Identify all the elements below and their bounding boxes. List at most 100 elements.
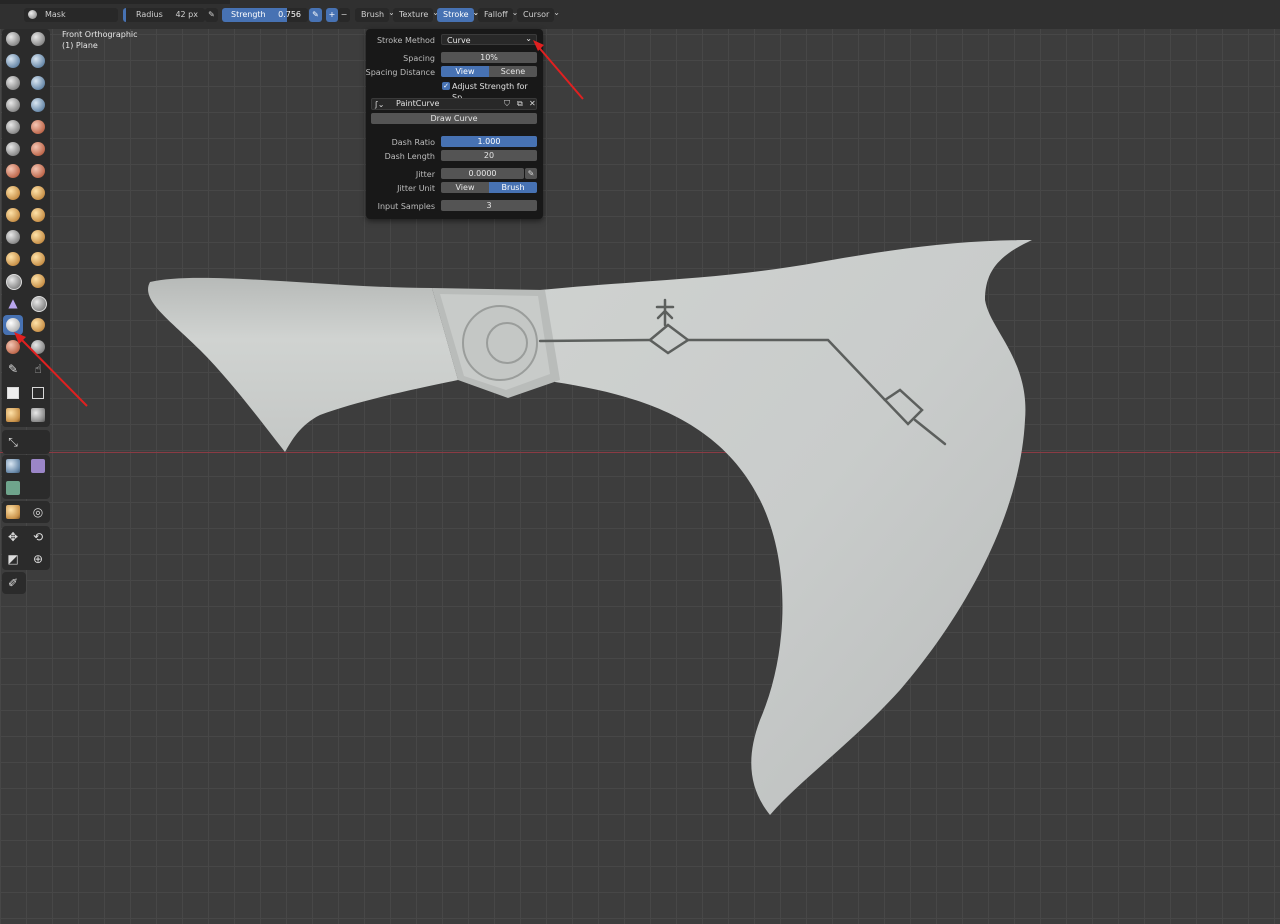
tool-pose[interactable] [28, 227, 48, 247]
dash-length-field[interactable]: 20 [441, 150, 537, 161]
radius-label: Radius [136, 10, 163, 19]
flatten-brush-icon [6, 142, 20, 156]
input-samples-label: Input Samples [377, 202, 435, 211]
menu-brush[interactable]: Brush [355, 8, 389, 22]
radius-field[interactable]: Radius 42 px [123, 8, 205, 22]
sculpt-mesh[interactable] [0, 0, 1280, 924]
menu-cursor[interactable]: Cursor [517, 8, 554, 22]
object-name: (1) Plane [62, 41, 98, 50]
annotation-arrow-mask-tool [14, 332, 88, 407]
strength-pressure-toggle[interactable]: ✎ [309, 8, 322, 22]
strength-field[interactable]: Strength 0.756 [222, 8, 308, 22]
cloth-filter-icon [31, 459, 45, 473]
tool-snake-hook[interactable] [28, 205, 48, 225]
tool-cloth-filter[interactable] [28, 456, 48, 476]
tool-rotate[interactable] [28, 249, 48, 269]
box-trim-icon [31, 408, 45, 422]
tool-scale[interactable]: ◩ [3, 549, 23, 569]
duplicate-icon[interactable]: ⧉ [517, 99, 523, 109]
inflate-brush-icon [6, 98, 20, 112]
blob-brush-icon [31, 98, 45, 112]
tool-annotate[interactable]: ✐ [3, 573, 23, 593]
tool-transform[interactable]: ⊕ [28, 549, 48, 569]
stroke-method-dropdown[interactable]: Curve ⌄ [441, 34, 537, 45]
axe-handle [148, 277, 458, 452]
tool-pinch[interactable] [3, 183, 23, 203]
mask-by-color-icon: ◎ [32, 505, 44, 519]
transform-icon: ⊕ [32, 552, 44, 566]
brush-selector[interactable]: Mask [24, 8, 118, 22]
tool-cloth[interactable]: ▲ [3, 293, 23, 313]
direction-subtract-button[interactable]: − [338, 8, 350, 22]
view-name: Front Orthographic [62, 30, 138, 39]
tool-blob[interactable] [28, 95, 48, 115]
dash-ratio-label: Dash Ratio [391, 138, 435, 147]
jitter-label: Jitter [415, 170, 435, 179]
tool-slide-relax[interactable] [3, 271, 23, 291]
tool-move[interactable]: ✥ [3, 527, 23, 547]
jitter-unit-brush[interactable]: Brush [489, 182, 537, 193]
tool-thumb[interactable] [3, 227, 23, 247]
mesh-filter-icon [6, 459, 20, 473]
axe-blade [540, 240, 1032, 815]
menu-texture[interactable]: Texture [393, 8, 433, 22]
direction-add-button[interactable]: + [326, 8, 338, 22]
tool-mesh-filter[interactable] [3, 456, 23, 476]
stroke-method-label: Stroke Method [376, 36, 435, 45]
curve-icon[interactable]: ʃ⌄ [375, 99, 384, 110]
jitter-unit-view[interactable]: View [441, 182, 489, 193]
paint-curve-name[interactable]: PaintCurve [396, 99, 439, 109]
tool-fill[interactable] [28, 139, 48, 159]
draw-curve-button[interactable]: Draw Curve [371, 113, 537, 124]
tool-grab[interactable] [28, 183, 48, 203]
adjust-strength-checkbox[interactable]: ✓ [442, 82, 450, 90]
jitter-field[interactable]: 0.0000 [441, 168, 524, 179]
tool-draw-sharp[interactable] [28, 29, 48, 49]
tool-rotate-transform[interactable]: ⟲ [28, 527, 48, 547]
tool-edit-face-set[interactable] [3, 502, 23, 522]
tool-elastic-deform[interactable] [3, 205, 23, 225]
tool-clay[interactable] [3, 51, 23, 71]
paint-curve-selector: ʃ⌄ PaintCurve ⛉ ⧉ ✕ [371, 98, 537, 110]
dash-ratio-field[interactable]: 1.000 [441, 136, 537, 147]
tool-shelf: ▲ ✎ ☝ ⤡ ◎ ✥ ⟲ ◩ ⊕ ✐ [0, 29, 52, 594]
tool-simplify[interactable] [28, 293, 48, 313]
line-project-icon: ⤡ [8, 435, 18, 449]
tool-nudge[interactable] [3, 249, 23, 269]
tool-boundary[interactable] [28, 271, 48, 291]
tool-scrape[interactable] [3, 161, 23, 181]
cloth-icon: ▲ [8, 296, 18, 310]
crease-brush-icon [6, 120, 20, 134]
shield-icon[interactable]: ⛉ [504, 99, 510, 109]
jitter-pressure-toggle[interactable]: ✎ [525, 168, 537, 179]
fill-brush-icon [31, 142, 45, 156]
tool-flatten[interactable] [3, 139, 23, 159]
box-face-set-icon [6, 408, 20, 422]
eyedropper-icon: ✎ [208, 10, 215, 19]
elastic-deform-brush-icon [6, 208, 20, 222]
jitter-value: 0.0000 [468, 169, 497, 178]
tool-multiplane-scrape[interactable] [28, 161, 48, 181]
tool-smooth[interactable] [28, 117, 48, 137]
tool-layer[interactable] [28, 73, 48, 93]
tool-line-project[interactable]: ⤡ [3, 432, 23, 452]
tool-clay-strips[interactable] [28, 51, 48, 71]
menu-falloff[interactable]: Falloff [478, 8, 513, 22]
tool-draw[interactable] [3, 29, 23, 49]
clay-brush-icon [6, 54, 20, 68]
3d-viewport[interactable]: Front Orthographic (1) Plane [0, 0, 1280, 924]
slide-relax-brush-icon [6, 274, 22, 290]
tool-inflate[interactable] [3, 95, 23, 115]
spacing-field[interactable]: 10% [441, 52, 537, 63]
multiplane-scrape-brush-icon [31, 164, 45, 178]
tool-clay-thumb[interactable] [3, 73, 23, 93]
tool-color-filter[interactable] [3, 478, 23, 498]
menu-stroke[interactable]: Stroke [437, 8, 474, 22]
stroke-settings-popover: Stroke Method Curve ⌄ Spacing 10% Spacin… [366, 29, 543, 219]
spacing-distance-view[interactable]: View [441, 66, 489, 77]
radius-pressure-toggle[interactable]: ✎ [205, 8, 218, 22]
input-samples-field[interactable]: 3 [441, 200, 537, 211]
tool-mask-by-color[interactable]: ◎ [28, 502, 48, 522]
strength-label: Strength [231, 10, 266, 19]
tool-crease[interactable] [3, 117, 23, 137]
